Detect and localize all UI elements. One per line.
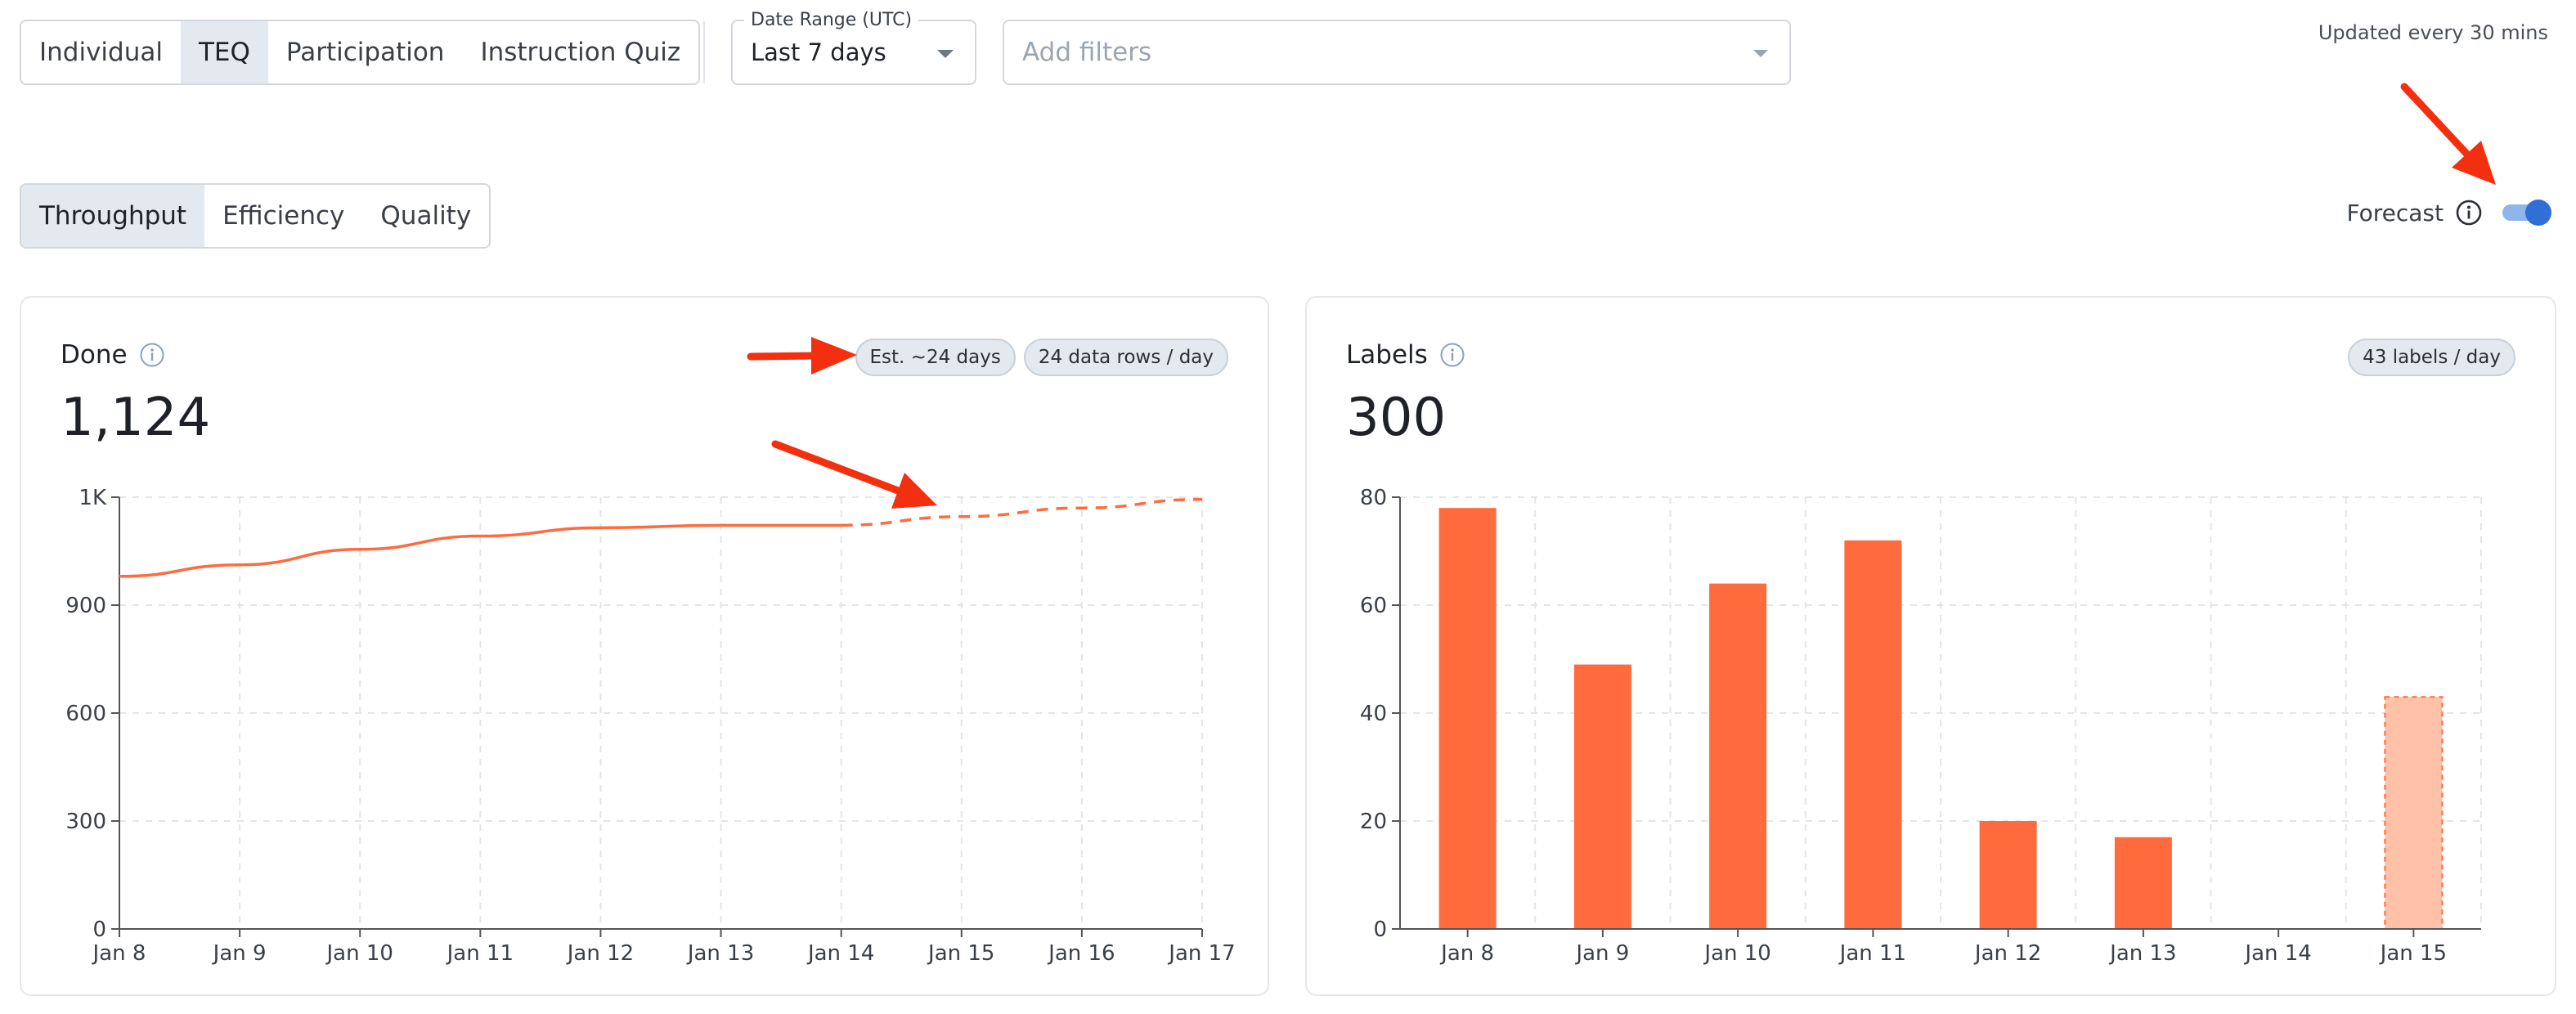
bar [1709, 583, 1767, 929]
x-tick-label: Jan 8 [92, 941, 146, 966]
x-tick-label: Jan 15 [2379, 941, 2447, 966]
forecast-line [841, 497, 1203, 527]
x-tick-label: Jan 9 [1574, 941, 1629, 966]
y-tick-label: 80 [1360, 486, 1387, 510]
y-tick-label: 20 [1360, 810, 1387, 834]
x-tick-label: Jan 12 [1973, 941, 2041, 966]
bar [1979, 821, 2037, 929]
y-tick-label: 600 [65, 702, 106, 726]
date-range-legend: Date Range (UTC) [744, 10, 919, 30]
done-card: Done 1,124 Est. ~24 days 24 data rows / … [20, 296, 1269, 996]
tab-teq[interactable]: TEQ [180, 21, 268, 83]
forecast-control: Forecast [2347, 196, 2553, 229]
tab-participation[interactable]: Participation [268, 21, 463, 83]
info-icon[interactable] [2455, 199, 2483, 227]
x-tick-label: Jan 8 [1439, 941, 1494, 966]
bar [2114, 837, 2172, 929]
toggle-knob [2525, 200, 2551, 226]
x-tick-label: Jan 14 [806, 941, 874, 966]
forecast-label: Forecast [2346, 199, 2444, 227]
x-tick-label: Jan 12 [566, 941, 634, 966]
x-tick-label: Jan 14 [2243, 941, 2311, 966]
tab-throughput[interactable]: Throughput [21, 185, 205, 247]
forecast-bar [2384, 696, 2444, 930]
x-tick-label: Jan 17 [1167, 941, 1235, 966]
x-tick-label: Jan 13 [686, 941, 754, 966]
date-range-select[interactable]: Date Range (UTC) Last 7 days [731, 10, 976, 85]
metric-tabs: Throughput Efficiency Quality [20, 183, 491, 249]
x-tick-label: Jan 15 [927, 941, 994, 966]
report-tabs: Individual TEQ Participation Instruction… [20, 20, 701, 85]
x-tick-label: Jan 10 [1703, 941, 1770, 966]
x-tick-label: Jan 16 [1047, 941, 1115, 966]
updated-note: Updated every 30 mins [2318, 21, 2548, 44]
forecast-toggle[interactable] [2502, 196, 2553, 229]
filters-select[interactable]: Add filters [1003, 20, 1791, 85]
bar [1438, 508, 1497, 929]
chevron-down-icon [937, 50, 954, 58]
x-tick-label: Jan 11 [1838, 941, 1906, 966]
x-tick-label: Jan 11 [446, 941, 514, 966]
tab-instruction-quiz[interactable]: Instruction Quiz [462, 21, 698, 83]
bar [1844, 540, 1902, 929]
labels-bar-chart: 0 20 40 60 80 Jan 8 Jan 9 Jan 10 Jan 11 Jan 12 Jan… [1360, 486, 2482, 966]
tab-quality[interactable]: Quality [362, 185, 489, 247]
divider [703, 21, 705, 83]
y-tick-label: 40 [1360, 702, 1387, 726]
y-tick-label: 0 [1373, 918, 1387, 942]
bar [1573, 664, 1631, 929]
done-line-chart: 0 300 600 900 1K Jan 8 Jan 9 Jan 10 Jan 11 Jan 12… [65, 486, 1235, 966]
y-tick-label: 0 [92, 918, 106, 942]
tab-individual[interactable]: Individual [21, 21, 181, 83]
y-tick-label: 1K [79, 486, 107, 510]
x-tick-label: Jan 10 [325, 941, 393, 966]
y-tick-label: 300 [65, 810, 106, 834]
tab-efficiency[interactable]: Efficiency [204, 185, 362, 247]
labels-card: Labels 300 43 labels / day 0 20 40 60 80 Jan … [1305, 296, 2556, 996]
chevron-down-icon [1753, 50, 1768, 57]
y-tick-label: 900 [65, 594, 106, 618]
x-tick-label: Jan 13 [2108, 941, 2176, 966]
x-tick-label: Jan 9 [212, 941, 267, 966]
y-tick-label: 60 [1360, 594, 1387, 618]
annotation-arrow [2400, 83, 2496, 185]
filters-placeholder: Add filters [1022, 38, 1152, 67]
date-range-value: Last 7 days [751, 38, 886, 66]
